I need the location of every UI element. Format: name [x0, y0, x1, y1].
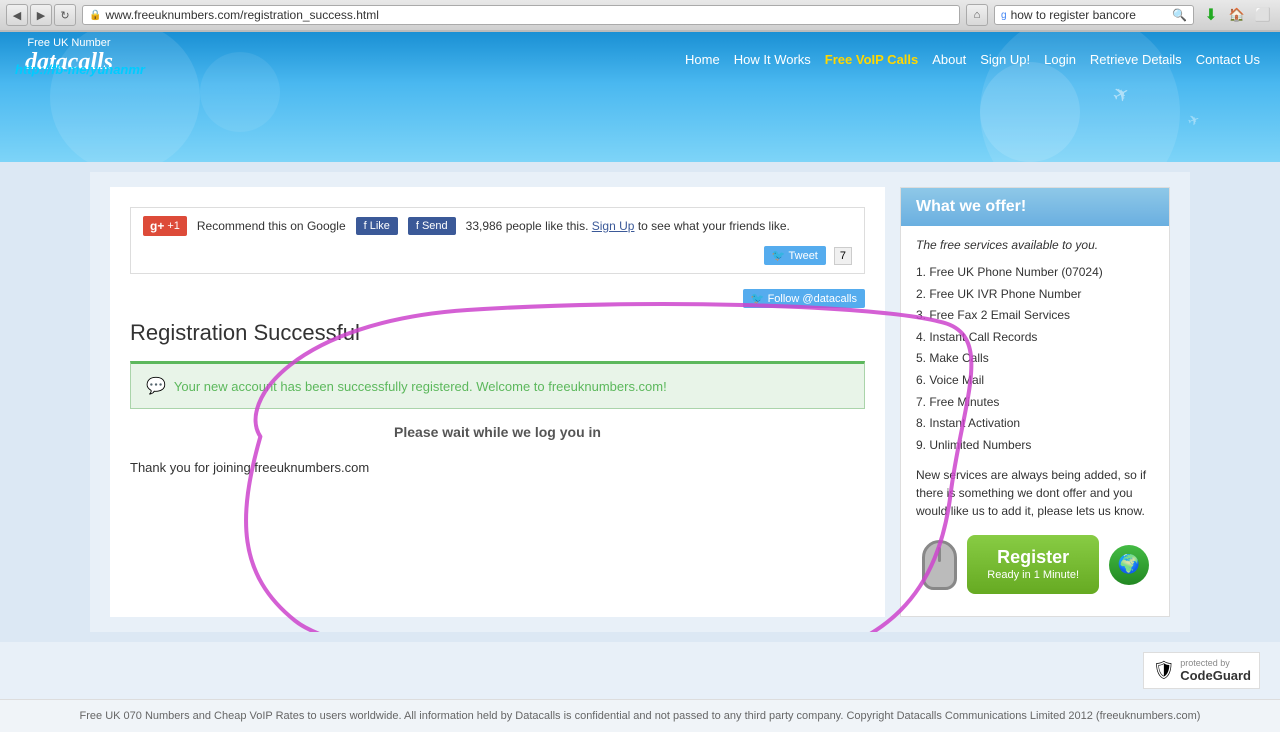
bg-circle-2 [200, 52, 280, 132]
bg-circle-4 [980, 62, 1080, 162]
search-query: how to register bancore [1011, 8, 1136, 22]
download-button[interactable]: ⬇ [1200, 4, 1222, 26]
register-icon-circle: 🌍 [1109, 545, 1149, 585]
earth-icon: 🌍 [1118, 554, 1140, 575]
main-nav: Home How It Works Free VoIP Calls About … [685, 52, 1260, 67]
website: ✈ ✈ Free UK Number datacalls http://fb-m… [0, 32, 1280, 732]
nav-login[interactable]: Login [1044, 52, 1076, 67]
search-bar[interactable]: g how to register bancore 🔍 [994, 5, 1194, 25]
maximize-button[interactable]: ⬜ [1252, 4, 1274, 26]
wait-message: Please wait while we log you in [130, 424, 865, 440]
fb-icon-2: f [416, 220, 419, 232]
search-icon: 🔍 [1172, 8, 1187, 22]
nav-buttons: ◀ ▶ ↻ [6, 4, 76, 26]
gplus-icon: g+ [150, 219, 164, 233]
site-footer: Free UK 070 Numbers and Cheap VoIP Rates… [0, 699, 1280, 732]
offer-item-7: 7. Free Minutes [916, 392, 1154, 414]
chat-icon: 💬 [146, 376, 166, 396]
footer-text: Free UK 070 Numbers and Cheap VoIP Rates… [80, 710, 1201, 722]
offer-intro: The free services available to you. [916, 238, 1154, 252]
social-bar: g+ +1 Recommend this on Google f Like f … [130, 207, 865, 274]
url-bar[interactable]: 🔒 www.freeuknumbers.com/registration_suc… [82, 5, 960, 25]
home-button[interactable]: ⌂ [966, 4, 988, 26]
offer-item-5: 5. Make Calls [916, 348, 1154, 370]
offer-item-9: 9. Unlimited Numbers [916, 435, 1154, 457]
offer-item-4: 4. Instant Call Records [916, 327, 1154, 349]
browser-chrome: ◀ ▶ ↻ 🔒 www.freeuknumbers.com/registrati… [0, 0, 1280, 32]
register-btn-label: Register [987, 547, 1079, 569]
nav-home[interactable]: Home [685, 52, 720, 67]
search-engine-icon: g [1001, 10, 1007, 21]
content-wrapper: g+ +1 Recommend this on Google f Like f … [110, 187, 885, 617]
back-button[interactable]: ◀ [6, 4, 28, 26]
gplus-label: +1 [167, 220, 180, 232]
tweet-label: Tweet [789, 250, 818, 262]
mouse-decoration [922, 540, 957, 590]
url-text: www.freeuknumbers.com/registration_succe… [105, 8, 378, 22]
footer-bar: 🛡 protected by CodeGuard [0, 642, 1280, 699]
offer-box: What we offer! The free services availab… [900, 187, 1170, 617]
codeguard-logo: 🛡 protected by CodeGuard [1143, 652, 1260, 689]
reload-button[interactable]: ↻ [54, 4, 76, 26]
success-message-box: 💬 Your new account has been successfully… [130, 361, 865, 409]
offer-item-6: 6. Voice Mail [916, 370, 1154, 392]
tweet-count: 7 [834, 247, 852, 265]
follow-button[interactable]: 🐦 Follow @datacalls [743, 289, 865, 308]
offer-item-8: 8. Instant Activation [916, 413, 1154, 435]
send-label: Send [422, 220, 448, 232]
register-btn-area: Register Ready in 1 Minute! 🌍 [916, 535, 1154, 604]
right-sidebar: What we offer! The free services availab… [900, 187, 1170, 617]
codeguard-shield-icon: 🛡 [1152, 660, 1175, 681]
register-button[interactable]: Register Ready in 1 Minute! [967, 535, 1099, 594]
twitter-icon: 🐦 [772, 249, 786, 262]
nav-about[interactable]: About [932, 52, 966, 67]
nav-free-voip[interactable]: Free VoIP Calls [825, 52, 918, 67]
forward-button[interactable]: ▶ [30, 4, 52, 26]
protected-by-label: protected by [1180, 658, 1251, 668]
offer-note: New services are always being added, so … [916, 466, 1154, 520]
register-btn-sublabel: Ready in 1 Minute! [987, 569, 1079, 582]
tweet-button[interactable]: 🐦 Tweet [764, 246, 826, 265]
mouse-scroll [938, 547, 941, 562]
thank-you-text: Thank you for joining freeuknumbers.com [130, 460, 865, 475]
follow-label: Follow @datacalls [768, 293, 857, 305]
offer-item-2: 2. Free UK IVR Phone Number [916, 284, 1154, 306]
offer-item-3: 3. Free Fax 2 Email Services [916, 305, 1154, 327]
fb-icon-1: f [364, 220, 367, 232]
offer-header: What we offer! [901, 188, 1169, 226]
like-label: Like [370, 220, 390, 232]
offer-list: 1. Free UK Phone Number (07024) 2. Free … [916, 262, 1154, 456]
fb-send-button[interactable]: f Send [408, 217, 456, 235]
lock-icon: 🔒 [89, 10, 101, 21]
airplane-icon-2: ✈ [1186, 111, 1203, 131]
main-outer: g+ +1 Recommend this on Google f Like f … [0, 162, 1280, 642]
nav-contact[interactable]: Contact Us [1196, 52, 1260, 67]
recommend-text: Recommend this on Google [197, 219, 346, 233]
main-content: g+ +1 Recommend this on Google f Like f … [90, 172, 1190, 632]
codeguard-name: CodeGuard [1180, 668, 1251, 683]
browser-toolbar: ◀ ▶ ↻ 🔒 www.freeuknumbers.com/registrati… [0, 0, 1280, 31]
free-uk-label: Free UK Number [25, 37, 113, 49]
fb-signup-suffix: to see what your friends like. [638, 219, 790, 233]
home-nav-button[interactable]: 🏠 [1226, 4, 1248, 26]
nav-signup[interactable]: Sign Up! [980, 52, 1030, 67]
twitter-icon-2: 🐦 [751, 292, 765, 305]
page-title: Registration Successful [130, 320, 865, 346]
site-header: ✈ ✈ Free UK Number datacalls http://fb-m… [0, 32, 1280, 162]
success-text: Your new account has been successfully r… [174, 379, 667, 394]
logo-url-overlay: http://fb-me/yunanmr [15, 62, 145, 77]
nav-retrieve[interactable]: Retrieve Details [1090, 52, 1182, 67]
offer-content: The free services available to you. 1. F… [901, 226, 1169, 616]
fb-signup-link[interactable]: Sign Up [592, 219, 635, 233]
fb-like-button[interactable]: f Like [356, 217, 398, 235]
offer-item-1: 1. Free UK Phone Number (07024) [916, 262, 1154, 284]
fb-count: 33,986 people like this. Sign Up to see … [466, 219, 790, 233]
mouse-icon [922, 540, 957, 590]
nav-how-it-works[interactable]: How It Works [734, 52, 811, 67]
gplus-button[interactable]: g+ +1 [143, 216, 187, 236]
